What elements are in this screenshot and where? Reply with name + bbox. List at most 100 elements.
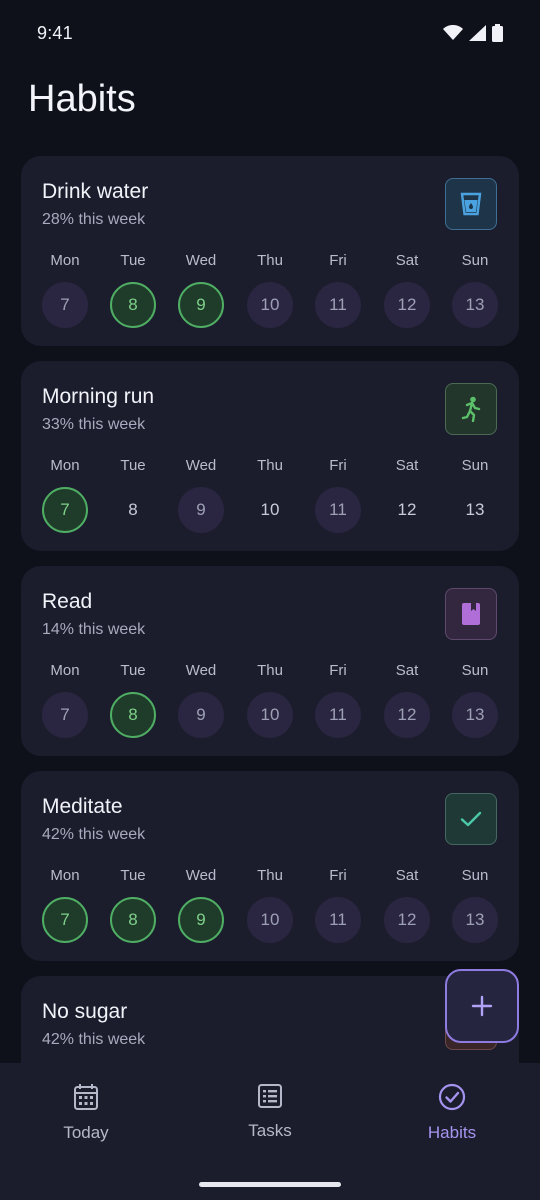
day-toggle[interactable]: 8 <box>110 897 156 943</box>
day-label: Fri <box>329 252 347 269</box>
day-thu: Thu 10 <box>247 662 293 744</box>
day-toggle[interactable]: 10 <box>247 897 293 943</box>
day-sun: Sun 13 <box>452 867 498 949</box>
day-wed: Wed 9 <box>178 867 224 949</box>
day-mon: Mon 7 <box>42 252 88 334</box>
day-label: Tue <box>120 457 146 474</box>
day-label: Mon <box>50 662 80 679</box>
day-label: Tue <box>120 662 146 679</box>
day-toggle[interactable]: 8 <box>110 282 156 328</box>
cup-icon <box>460 192 482 216</box>
day-toggle[interactable]: 11 <box>315 282 361 328</box>
habit-card[interactable]: Morning run 33% this week Mon 7 Tue 8 Wed 9… <box>21 361 519 551</box>
nav-tasks[interactable]: Tasks <box>210 1083 330 1163</box>
day-toggle[interactable]: 13 <box>452 487 498 533</box>
day-toggle[interactable]: 11 <box>315 692 361 738</box>
habit-progress: 33% this week <box>42 416 146 433</box>
day-fri: Fri 11 <box>315 457 361 539</box>
day-thu: Thu 10 <box>247 867 293 949</box>
day-toggle[interactable]: 9 <box>178 282 224 328</box>
habit-card[interactable]: Meditate 42% this week Mon 7 Tue 8 Wed 9 Th… <box>21 771 519 961</box>
day-toggle[interactable]: 7 <box>42 282 88 328</box>
day-label: Tue <box>120 252 146 269</box>
day-toggle[interactable]: 7 <box>42 897 88 943</box>
day-toggle[interactable]: 9 <box>178 897 224 943</box>
habit-card[interactable]: Drink water 28% this week Mon 7 Tue 8 Wed 9… <box>21 156 519 346</box>
days-row: Mon 7 Tue 8 Wed 9 Thu 10 Fri 11 Sat 12 Sun 13 <box>42 867 498 949</box>
nav-habits[interactable]: Habits <box>392 1083 512 1163</box>
habit-card[interactable]: Read 14% this week Mon 7 Tue 8 Wed 9 Thu 10 … <box>21 566 519 756</box>
day-toggle[interactable]: 12 <box>384 487 430 533</box>
habit-progress: 28% this week <box>42 211 146 228</box>
nav-label: Tasks <box>248 1121 292 1140</box>
nav-label: Habits <box>427 1123 477 1142</box>
day-toggle[interactable]: 8 <box>110 692 156 738</box>
check-icon <box>460 811 482 827</box>
day-label: Thu <box>257 457 283 474</box>
day-tue: Tue 8 <box>110 457 156 539</box>
day-toggle[interactable]: 11 <box>315 487 361 533</box>
day-toggle[interactable]: 10 <box>247 487 293 533</box>
habit-progress: 42% this week <box>42 826 146 843</box>
day-thu: Thu 10 <box>247 252 293 334</box>
day-label: Tue <box>120 867 146 884</box>
day-label: Mon <box>50 867 80 884</box>
day-thu: Thu 10 <box>247 457 293 539</box>
day-toggle[interactable]: 12 <box>384 692 430 738</box>
day-toggle[interactable]: 13 <box>452 692 498 738</box>
days-row: Mon 7 Tue 8 Wed 9 Thu 10 Fri 11 Sat 12 Sun 13 <box>42 662 498 744</box>
day-label: Thu <box>257 867 283 884</box>
status-icons <box>443 24 503 42</box>
day-sun: Sun 13 <box>452 662 498 744</box>
day-fri: Fri 11 <box>315 867 361 949</box>
day-sat: Sat 12 <box>384 662 430 744</box>
bottom-nav: Today Tasks Habits <box>0 1063 540 1200</box>
day-toggle[interactable]: 7 <box>42 692 88 738</box>
day-sat: Sat 12 <box>384 252 430 334</box>
day-fri: Fri 11 <box>315 662 361 744</box>
days-row: Mon 7 Tue 8 Wed 9 Thu 10 Fri 11 Sat 12 Sun 13 <box>42 457 498 539</box>
day-label: Fri <box>329 662 347 679</box>
habit-name: No sugar <box>42 1000 128 1023</box>
day-sun: Sun 13 <box>452 252 498 334</box>
day-toggle[interactable]: 8 <box>110 487 156 533</box>
habit-progress: 14% this week <box>42 621 146 638</box>
day-toggle[interactable]: 13 <box>452 897 498 943</box>
day-tue: Tue 8 <box>110 867 156 949</box>
day-mon: Mon 7 <box>42 457 88 539</box>
nav-today[interactable]: Today <box>26 1083 146 1163</box>
running-icon <box>461 396 481 422</box>
habit-icon-button[interactable] <box>445 383 497 435</box>
day-toggle[interactable]: 12 <box>384 897 430 943</box>
habit-icon-button[interactable] <box>445 588 497 640</box>
day-wed: Wed 9 <box>178 457 224 539</box>
list-icon <box>258 1084 282 1108</box>
day-toggle[interactable]: 9 <box>178 487 224 533</box>
habit-list[interactable]: Drink water 28% this week Mon 7 Tue 8 Wed 9… <box>0 155 540 1063</box>
status-time: 9:41 <box>37 22 73 43</box>
day-toggle[interactable]: 10 <box>247 692 293 738</box>
day-toggle[interactable]: 10 <box>247 282 293 328</box>
plus-icon <box>471 995 493 1017</box>
day-toggle[interactable]: 7 <box>42 487 88 533</box>
add-habit-button[interactable] <box>445 969 519 1043</box>
habit-icon-button[interactable] <box>445 793 497 845</box>
nav-label: Today <box>63 1123 109 1142</box>
day-mon: Mon 7 <box>42 867 88 949</box>
day-toggle[interactable]: 9 <box>178 692 224 738</box>
day-label: Wed <box>185 457 217 474</box>
habit-icon-button[interactable] <box>445 178 497 230</box>
battery-icon <box>492 24 503 42</box>
day-toggle[interactable]: 12 <box>384 282 430 328</box>
day-label: Sat <box>395 662 419 679</box>
day-toggle[interactable]: 11 <box>315 897 361 943</box>
day-label: Sat <box>395 867 419 884</box>
day-label: Thu <box>257 662 283 679</box>
day-tue: Tue 8 <box>110 662 156 744</box>
day-label: Sun <box>461 662 489 679</box>
day-toggle[interactable]: 13 <box>452 282 498 328</box>
day-sun: Sun 13 <box>452 457 498 539</box>
home-indicator[interactable] <box>199 1182 341 1187</box>
days-row: Mon 7 Tue 8 Wed 9 Thu 10 Fri 11 Sat 12 Sun 13 <box>42 252 498 334</box>
day-label: Fri <box>329 867 347 884</box>
